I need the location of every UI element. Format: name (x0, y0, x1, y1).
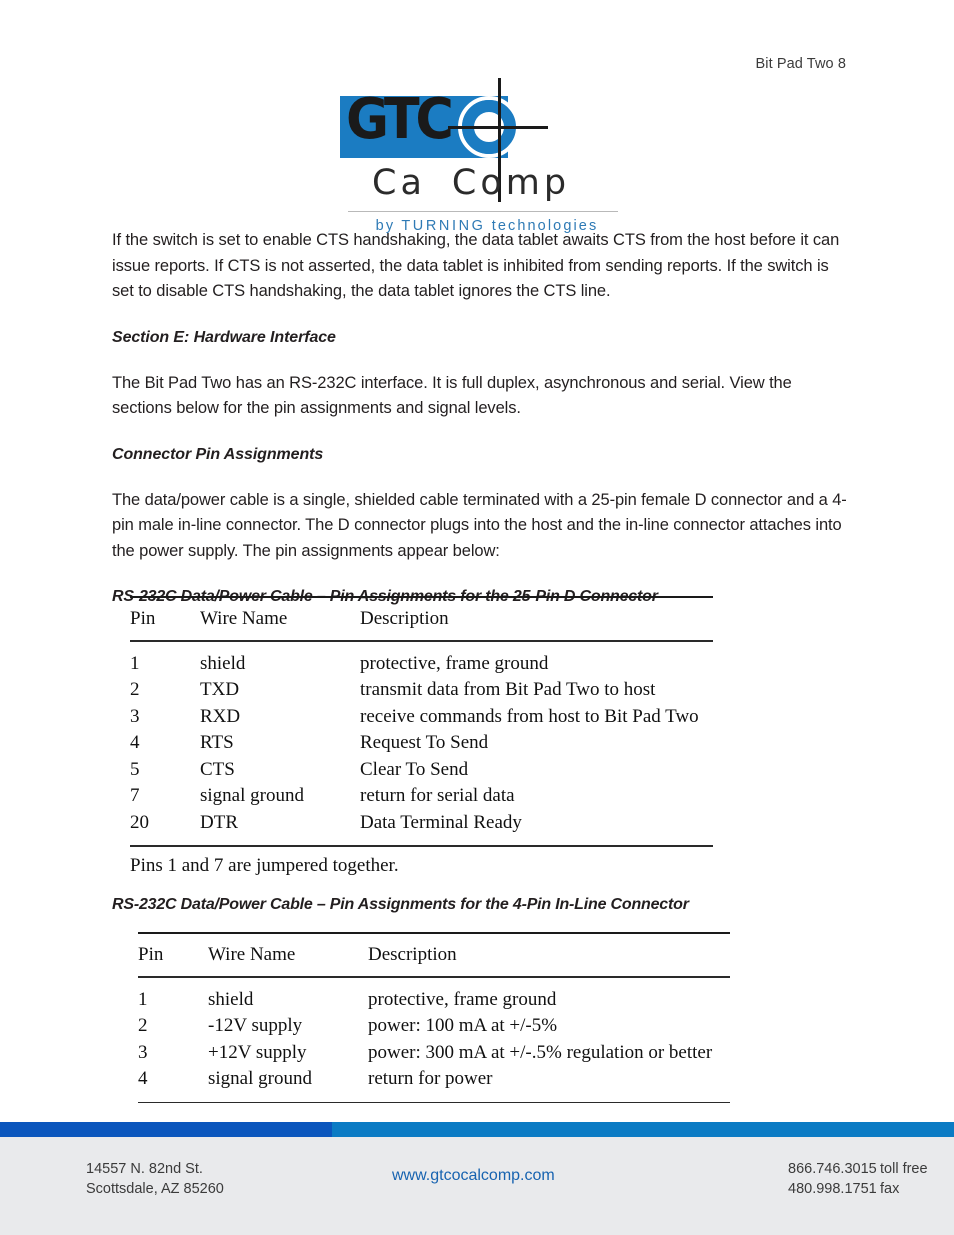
logo-wordmark-right: Comp (451, 163, 571, 203)
cell-pin: 7 (130, 785, 140, 807)
cell-description: protective, frame ground (360, 652, 549, 674)
heading-connector-pin-assignments: Connector Pin Assignments (112, 445, 324, 463)
logo-gtc-text: GTC (346, 87, 454, 152)
cell-wire-name: -12V supply (208, 1015, 303, 1037)
cell-wire-name: shield (208, 988, 254, 1010)
cell-wire-name: signal ground (208, 1068, 312, 1090)
cell-wire-name: CTS (200, 758, 235, 780)
table-header-row: Pin Wire Name Description (130, 598, 713, 640)
cell-pin: 2 (138, 1015, 148, 1037)
table-row: 2 TXD transmit data from Bit Pad Two to … (130, 677, 713, 704)
caption-table-4-pin-in-line-connector: RS-232C Data/Power Cable – Pin Assignmen… (112, 896, 689, 913)
cell-pin: 1 (138, 988, 148, 1010)
footer-bar-light-segment (332, 1122, 954, 1137)
crosshair-horizontal-icon (448, 126, 548, 129)
table-bottom-rule (138, 1101, 730, 1104)
table-row: 1 shield protective, frame ground (138, 978, 730, 1014)
table-footnote: Pins 1 and 7 are jumpered together. (130, 854, 399, 876)
table-row: 2 -12V supply power: 100 mA at +/-5% (138, 1013, 730, 1040)
table-25-pin-d-connector: Pin Wire Name Description 1 shield prote… (130, 596, 713, 879)
cell-pin: 2 (130, 679, 140, 701)
document-body: If the switch is set to enable CTS hands… (112, 228, 850, 626)
footer-fax-label: fax (880, 1181, 900, 1197)
column-header-wire-name: Wire Name (208, 944, 296, 965)
table-row: 20 DTR Data Terminal Ready (130, 810, 713, 846)
pin-assignment-table-body: 1 shield protective, frame ground 2 -12V… (138, 978, 730, 1102)
gtc-calcomp-logo: GTC Ca Comp by TURNING technologies (340, 78, 630, 234)
footer-toll-free-number: 866.746.3015 (788, 1161, 877, 1177)
paragraph-rs232c-interface: The Bit Pad Two has an RS-232C interface… (112, 373, 792, 418)
column-header-description: Description (360, 608, 449, 629)
pin-assignment-table: Pin Wire Name Description (130, 598, 713, 640)
caption-wrap-4-pin: RS-232C Data/Power Cable – Pin Assignmen… (112, 894, 850, 934)
page-footer: 14557 N. 82nd St. Scottsdale, AZ 85260 w… (0, 1137, 954, 1235)
footer-toll-free-label: toll free (880, 1161, 928, 1177)
cell-description: Request To Send (360, 732, 489, 754)
cell-pin: 20 (130, 811, 149, 833)
cell-description: return for serial data (360, 785, 515, 807)
column-header-wire-name: Wire Name (200, 608, 288, 629)
cell-pin: 1 (130, 652, 140, 674)
table-row: 3 +12V supply power: 300 mA at +/-.5% re… (138, 1040, 730, 1067)
cell-description: power: 100 mA at +/-5% (368, 1015, 558, 1037)
footer-website-link[interactable]: www.gtcocalcomp.com (392, 1167, 555, 1185)
pin-assignment-table-body: 1 shield protective, frame ground 2 TXD … (130, 642, 713, 846)
pin-assignment-table: Pin Wire Name Description (138, 934, 730, 976)
cell-description: protective, frame ground (368, 988, 557, 1010)
paragraph-cts-handshaking: If the switch is set to enable CTS hands… (112, 231, 840, 300)
cell-pin: 4 (130, 732, 140, 754)
column-header-pin: Pin (130, 608, 156, 629)
heading-section-e: Section E: Hardware Interface (112, 328, 336, 346)
table-header-row: Pin Wire Name Description (138, 934, 730, 976)
cell-wire-name: RTS (200, 732, 234, 754)
cell-description: power: 300 mA at +/-.5% regulation or be… (368, 1041, 713, 1063)
logo-divider (348, 211, 618, 212)
footer-contact-numbers: 866.746.3015 toll free 480.998.1751 fax (788, 1159, 928, 1199)
paragraph-data-power-cable: The data/power cable is a single, shield… (112, 490, 847, 560)
footer-address-line-2: Scottsdale, AZ 85260 (86, 1181, 224, 1197)
cell-description: return for power (368, 1068, 493, 1090)
cell-description: Data Terminal Ready (360, 811, 522, 833)
table-row: 4 RTS Request To Send (130, 730, 713, 757)
cell-wire-name: RXD (200, 705, 241, 727)
column-header-pin: Pin (138, 944, 164, 965)
cell-description: transmit data from Bit Pad Two to host (360, 679, 656, 701)
footer-color-bar (0, 1122, 954, 1137)
cell-pin: 5 (130, 758, 140, 780)
footer-fax-number: 480.998.1751 (788, 1181, 877, 1197)
cell-pin: 3 (130, 705, 140, 727)
cell-pin: 4 (138, 1068, 148, 1090)
table-row: 3 RXD receive commands from host to Bit … (130, 704, 713, 731)
table-row: 7 signal ground return for serial data (130, 783, 713, 810)
table-row: 1 shield protective, frame ground (130, 642, 713, 678)
cell-pin: 3 (138, 1041, 148, 1063)
logo-wordmark: Ca Comp (372, 164, 570, 202)
cell-wire-name: signal ground (200, 785, 304, 807)
footer-phone-row-fax: 480.998.1751 fax (788, 1179, 928, 1199)
table-row: 5 CTS Clear To Send (130, 757, 713, 784)
footer-address-line-1: 14557 N. 82nd St. (86, 1161, 203, 1177)
footer-bar-dark-segment (0, 1122, 332, 1137)
cell-wire-name: shield (200, 652, 246, 674)
cell-description: receive commands from host to Bit Pad Tw… (360, 705, 699, 727)
table-row: 4 signal ground return for power (138, 1066, 730, 1102)
column-header-description: Description (368, 944, 457, 965)
cell-wire-name: +12V supply (208, 1041, 307, 1063)
cell-description: Clear To Send (360, 758, 469, 780)
logo-wordmark-left: Ca (372, 163, 426, 203)
footer-address: 14557 N. 82nd St. Scottsdale, AZ 85260 (86, 1159, 224, 1199)
table-4-pin-in-line-connector: Pin Wire Name Description 1 shield prote… (138, 932, 730, 1104)
cell-wire-name: DTR (200, 811, 238, 833)
cell-wire-name: TXD (200, 679, 240, 701)
footer-phone-row-toll-free: 866.746.3015 toll free (788, 1159, 928, 1179)
running-head: Bit Pad Two 8 (755, 56, 846, 72)
